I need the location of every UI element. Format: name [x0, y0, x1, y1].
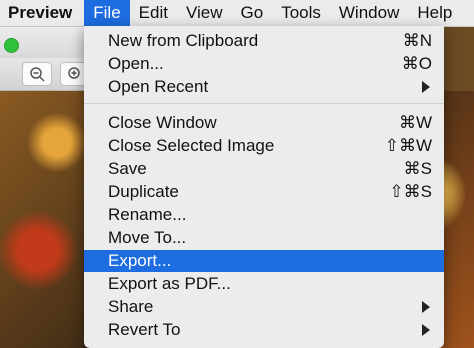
menu-item-revert-to[interactable]: Revert To	[84, 319, 444, 341]
submenu-arrow-icon	[422, 301, 430, 313]
app-menu[interactable]: Preview	[0, 3, 84, 23]
menu-item-move-to[interactable]: Move To...	[84, 227, 444, 249]
window-titlebar	[0, 26, 90, 58]
menu-item-close-selected-image[interactable]: Close Selected Image ⇧⌘W	[84, 135, 444, 157]
menu-tools[interactable]: Tools	[272, 0, 330, 26]
menu-item-export-as-pdf[interactable]: Export as PDF...	[84, 273, 444, 295]
menu-item-open[interactable]: Open... ⌘O	[84, 53, 444, 75]
shortcut-label: ⌘W	[398, 113, 432, 132]
zoom-out-icon	[30, 67, 45, 82]
menu-item-rename[interactable]: Rename...	[84, 204, 444, 226]
submenu-arrow-icon	[422, 324, 430, 336]
shortcut-label: ⇧⌘W	[384, 136, 432, 155]
zoom-out-button[interactable]	[22, 62, 52, 86]
menu-go[interactable]: Go	[232, 0, 273, 26]
window-toolbar	[0, 58, 90, 91]
menu-item-share[interactable]: Share	[84, 296, 444, 318]
menu-item-duplicate[interactable]: Duplicate ⇧⌘S	[84, 181, 444, 203]
submenu-arrow-icon	[422, 81, 430, 93]
menu-item-save[interactable]: Save ⌘S	[84, 158, 444, 180]
menu-window[interactable]: Window	[330, 0, 408, 26]
file-menu-dropdown: New from Clipboard ⌘N Open... ⌘O Open Re…	[84, 26, 444, 348]
menu-edit[interactable]: Edit	[130, 0, 177, 26]
menu-bar: Preview File Edit View Go Tools Window H…	[0, 0, 474, 27]
menu-help[interactable]: Help	[408, 0, 461, 26]
shortcut-label: ⌘N	[402, 31, 432, 50]
zoom-in-icon	[68, 67, 80, 79]
menu-file[interactable]: File	[84, 0, 130, 26]
zoom-window-button[interactable]	[4, 38, 19, 53]
menu-view[interactable]: View	[177, 0, 232, 26]
shortcut-label: ⇧⌘S	[389, 182, 432, 201]
shortcut-label: ⌘S	[403, 159, 432, 178]
shortcut-label: ⌘O	[401, 54, 432, 73]
menu-item-export[interactable]: Export...	[84, 250, 444, 272]
menu-item-new-from-clipboard[interactable]: New from Clipboard ⌘N	[84, 30, 444, 52]
menu-item-close-window[interactable]: Close Window ⌘W	[84, 112, 444, 134]
menu-separator	[84, 103, 444, 104]
menu-item-open-recent[interactable]: Open Recent	[84, 76, 444, 98]
